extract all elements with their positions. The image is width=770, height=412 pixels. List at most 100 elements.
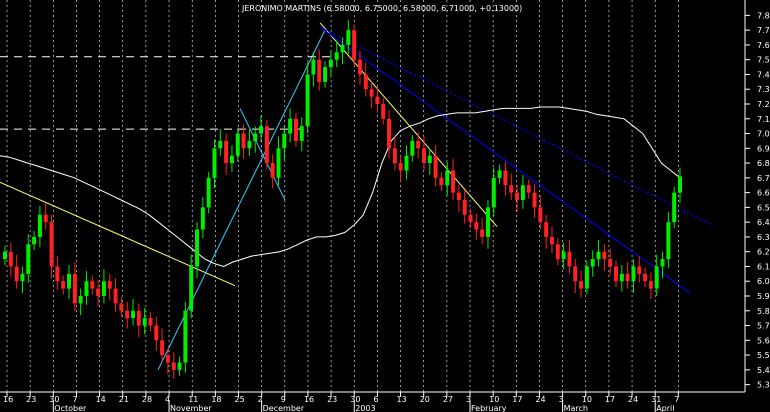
candle-body [293, 118, 298, 141]
candle-body [532, 192, 537, 208]
x-tick-label: 24 [535, 395, 545, 404]
candle-body [206, 177, 211, 208]
x-tick-label: 24 [628, 395, 638, 404]
candle-body [672, 192, 677, 223]
candle-body [515, 192, 520, 200]
candle-body [555, 244, 560, 260]
y-tick-label: 7.1 [757, 115, 770, 124]
y-tick-label: 6.4 [757, 218, 770, 227]
x-tick-label: 11 [188, 395, 198, 404]
candle-body [584, 266, 589, 289]
candle-body [613, 266, 618, 282]
candle-body [602, 251, 607, 260]
candle-body [416, 140, 421, 149]
candle-body [538, 207, 543, 223]
candle-body [229, 155, 234, 164]
candle-body [55, 266, 60, 282]
candle-body [579, 281, 584, 289]
candle-body [148, 318, 153, 326]
x-tick-label: 21 [119, 395, 129, 404]
candle-body [334, 52, 339, 60]
candle-body [474, 222, 479, 230]
x-tick-label: 20 [420, 395, 430, 404]
candle-body [136, 310, 141, 326]
candle-body [433, 155, 438, 178]
y-tick-label: 6.8 [757, 159, 770, 168]
candle-body [346, 30, 351, 45]
candle-body [61, 281, 66, 289]
candle-body [282, 133, 287, 149]
y-tick-label: 5.3 [757, 381, 770, 390]
x-tick-label: 16 [3, 395, 13, 404]
candle-body [90, 281, 95, 289]
candle-body [357, 59, 362, 75]
y-tick-label: 6.0 [757, 277, 770, 286]
x-tick-label: 16 [304, 395, 314, 404]
candle-body [369, 89, 374, 97]
candle-body [340, 44, 345, 53]
y-tick-label: 5.4 [757, 366, 770, 375]
candle-body [561, 251, 566, 260]
x-tick-label: 13 [397, 395, 407, 404]
x-tick-label: 6 [373, 395, 378, 404]
candle-body [200, 207, 205, 230]
candle-body [648, 281, 653, 289]
candle-body [526, 185, 531, 193]
x-tick-label: 14 [96, 395, 106, 404]
x-tick-label: 9 [281, 395, 286, 404]
candle-body [101, 281, 106, 296]
x-tick-label: 23 [26, 395, 36, 404]
candle-body [177, 362, 182, 370]
candle-body [596, 251, 601, 260]
candle-body [445, 170, 450, 186]
candle-body [72, 273, 77, 304]
candle-body [165, 355, 170, 363]
y-tick-label: 5.6 [757, 336, 770, 345]
candle-body [573, 266, 578, 282]
candle-body [270, 163, 275, 178]
y-tick-label: 5.8 [757, 307, 770, 316]
x-tick-label: 18 [211, 395, 221, 404]
candle-body [183, 310, 188, 363]
candle-body [288, 118, 293, 134]
candle-body [84, 281, 89, 296]
candle-body [195, 229, 200, 267]
candle-body [678, 176, 682, 193]
x-tick-label: 23 [327, 395, 337, 404]
candle-body [107, 281, 112, 289]
candle-body [212, 148, 217, 178]
y-tick-label: 5.9 [757, 292, 770, 301]
y-tick-label: 6.2 [757, 248, 770, 257]
candle-body [549, 236, 554, 245]
y-tick-label: 5.7 [757, 322, 770, 331]
candle-body [619, 273, 624, 282]
month-label: November [170, 404, 212, 412]
candle-body [666, 222, 671, 260]
month-label: April [656, 404, 674, 412]
month-label: February [471, 404, 507, 412]
candle-body [37, 214, 42, 237]
candle-body [299, 126, 304, 141]
x-tick-label: 27 [443, 395, 453, 404]
candle-body [567, 251, 572, 267]
candle-body [398, 163, 403, 171]
candle-body [509, 185, 514, 193]
candle-body [480, 229, 485, 237]
x-tick-label: 25 [235, 395, 245, 404]
candle-body [224, 140, 229, 164]
y-tick-label: 7.0 [757, 130, 770, 139]
price-chart: 5.3 5.4 5.5 5.6 5.7 5.8 5.9 6.0 6.1 6.2 6.3 6.4 6.5 6… [0, 0, 770, 412]
y-tick-label: 7.8 [757, 11, 770, 20]
y-tick-label: 7.3 [757, 85, 770, 94]
candle-body [259, 126, 264, 134]
month-label: 2003 [355, 404, 375, 412]
candle-body [20, 273, 25, 282]
candle-body [352, 30, 357, 60]
y-tick-label: 7.4 [757, 70, 770, 79]
y-tick-label: 6.5 [757, 203, 770, 212]
x-tick-label: 17 [512, 395, 522, 404]
candle-body [485, 207, 490, 237]
candle-body [125, 310, 130, 319]
candle-body [421, 148, 426, 164]
x-tick-label: 30 [49, 395, 59, 404]
